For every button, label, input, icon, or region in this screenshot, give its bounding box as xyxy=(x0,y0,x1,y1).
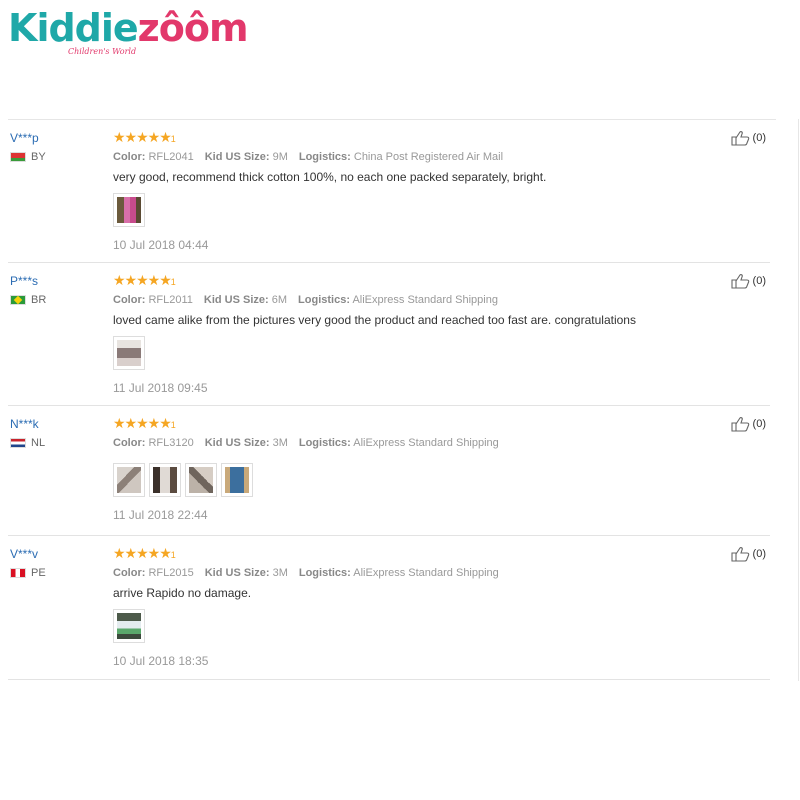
brand-logo[interactable]: Kiddiezôôm Children's World xyxy=(8,6,249,66)
rating-stars: ★★★★★1 xyxy=(113,129,176,145)
logistics-value: AliExpress Standard Shipping xyxy=(353,567,499,579)
review-photos xyxy=(113,336,713,372)
review-text: arrive Rapido no damage. xyxy=(113,586,252,600)
review-photos xyxy=(113,193,713,229)
reviewer-country: BY xyxy=(10,151,105,163)
review-content: ★★★★★1 Color: RFL2015 Kid US Size: 3M Logi… xyxy=(113,545,713,669)
logistics-label: Logistics: xyxy=(298,151,351,163)
size-label: Kid US Size: xyxy=(203,294,269,306)
country-code: BR xyxy=(31,294,47,306)
rating-stars: ★★★★★1 xyxy=(113,415,176,431)
reviewer-name[interactable]: N***k xyxy=(10,416,105,432)
color-value: RFL2015 xyxy=(148,567,194,579)
logo-wordmark: Kiddiezôôm xyxy=(8,6,249,50)
flag-icon xyxy=(10,295,26,305)
review-date: 11 Jul 2018 22:44 xyxy=(113,508,208,522)
review-text: very good, recommend thick cotton 100%, … xyxy=(113,170,547,184)
review-item: V***p BY ★★★★★1 Color: RFL2041 Kid US Siz… xyxy=(8,120,770,263)
review-photo[interactable] xyxy=(149,463,181,497)
reviewer: N***k NL xyxy=(10,416,105,449)
review-date: 11 Jul 2018 09:45 xyxy=(113,381,208,395)
reviewer: P***s BR xyxy=(10,273,105,306)
review-date: 10 Jul 2018 18:35 xyxy=(113,654,209,668)
reviewer-name[interactable]: V***p xyxy=(10,130,105,146)
thumbs-up-icon xyxy=(730,131,749,146)
helpful-count: (0) xyxy=(752,132,766,144)
review-content: ★★★★★1 Color: RFL2011 Kid US Size: 6M Logi… xyxy=(113,272,713,396)
review-photos xyxy=(113,609,713,645)
color-value: RFL2041 xyxy=(148,151,194,163)
color-value: RFL2011 xyxy=(148,294,193,306)
helpful-button[interactable]: (0) xyxy=(730,273,766,289)
flag-icon xyxy=(10,568,26,578)
size-value: 6M xyxy=(271,294,288,306)
color-label: Color: xyxy=(113,567,146,579)
color-label: Color: xyxy=(113,151,146,163)
country-code: BY xyxy=(31,151,46,163)
review-photo[interactable] xyxy=(113,463,145,497)
thumbs-up-icon xyxy=(730,274,749,289)
helpful-button[interactable]: (0) xyxy=(730,546,766,562)
logistics-label: Logistics: xyxy=(298,437,351,449)
review-photo[interactable] xyxy=(185,463,217,497)
helpful-button[interactable]: (0) xyxy=(730,130,766,146)
logistics-label: Logistics: xyxy=(298,294,350,306)
review-photo[interactable] xyxy=(221,463,253,497)
rating-stars: ★★★★★1 xyxy=(113,545,176,561)
logo-tagline: Children's World xyxy=(68,47,137,56)
logistics-value: AliExpress Standard Shipping xyxy=(353,437,499,449)
thumbs-up-icon xyxy=(730,417,749,432)
color-label: Color: xyxy=(113,294,146,306)
review-meta: Color: RFL2011 Kid US Size: 6M Logistics: … xyxy=(113,292,713,308)
logistics-value: AliExpress Standard Shipping xyxy=(352,294,498,306)
flag-icon xyxy=(10,438,26,448)
review-meta: Color: RFL2015 Kid US Size: 3M Logistics: … xyxy=(113,565,713,581)
country-code: PE xyxy=(31,567,46,579)
rating-stars: ★★★★★1 xyxy=(113,272,176,288)
country-code: NL xyxy=(31,437,46,449)
logo-zoom: zôôm xyxy=(137,6,249,50)
color-label: Color: xyxy=(113,437,146,449)
size-value: 3M xyxy=(272,567,288,579)
reviewer: V***p BY xyxy=(10,130,105,163)
reviewer-country: PE xyxy=(10,567,105,579)
review-content: ★★★★★1 Color: RFL2041 Kid US Size: 9M Logi… xyxy=(113,129,713,253)
reviewer: V***v PE xyxy=(10,546,105,579)
review-item: P***s BR ★★★★★1 Color: RFL2011 Kid US Siz… xyxy=(8,263,770,406)
reviewer-name[interactable]: P***s xyxy=(10,273,105,289)
review-photo[interactable] xyxy=(113,609,145,643)
reviewer-country: NL xyxy=(10,437,105,449)
review-content: ★★★★★1 Color: RFL3120 Kid US Size: 3M Logi… xyxy=(113,415,713,523)
reviewer-country: BR xyxy=(10,294,105,306)
size-label: Kid US Size: xyxy=(204,151,270,163)
size-label: Kid US Size: xyxy=(204,437,270,449)
logo-kiddie: Kiddie xyxy=(8,6,139,50)
review-meta: Color: RFL2041 Kid US Size: 9M Logistics: … xyxy=(113,149,713,165)
review-item: V***v PE ★★★★★1 Color: RFL2015 Kid US Siz… xyxy=(8,536,770,680)
size-value: 3M xyxy=(272,437,288,449)
logistics-label: Logistics: xyxy=(298,567,351,579)
helpful-count: (0) xyxy=(752,418,766,430)
review-date: 10 Jul 2018 04:44 xyxy=(113,238,209,252)
size-value: 9M xyxy=(272,151,288,163)
review-photo[interactable] xyxy=(113,336,145,370)
divider xyxy=(798,119,799,681)
reviewer-name[interactable]: V***v xyxy=(10,546,105,562)
helpful-count: (0) xyxy=(752,275,766,287)
flag-icon xyxy=(10,152,26,162)
review-item: N***k NL ★★★★★1 Color: RFL3120 Kid US Siz… xyxy=(8,406,770,536)
helpful-button[interactable]: (0) xyxy=(730,416,766,432)
color-value: RFL3120 xyxy=(148,437,194,449)
review-text: loved came alike from the pictures very … xyxy=(113,313,636,327)
review-photo[interactable] xyxy=(113,193,145,227)
size-label: Kid US Size: xyxy=(204,567,270,579)
thumbs-up-icon xyxy=(730,547,749,562)
review-meta: Color: RFL3120 Kid US Size: 3M Logistics: … xyxy=(113,435,713,451)
logistics-value: China Post Registered Air Mail xyxy=(353,151,504,163)
review-photos xyxy=(113,463,713,499)
helpful-count: (0) xyxy=(752,548,766,560)
